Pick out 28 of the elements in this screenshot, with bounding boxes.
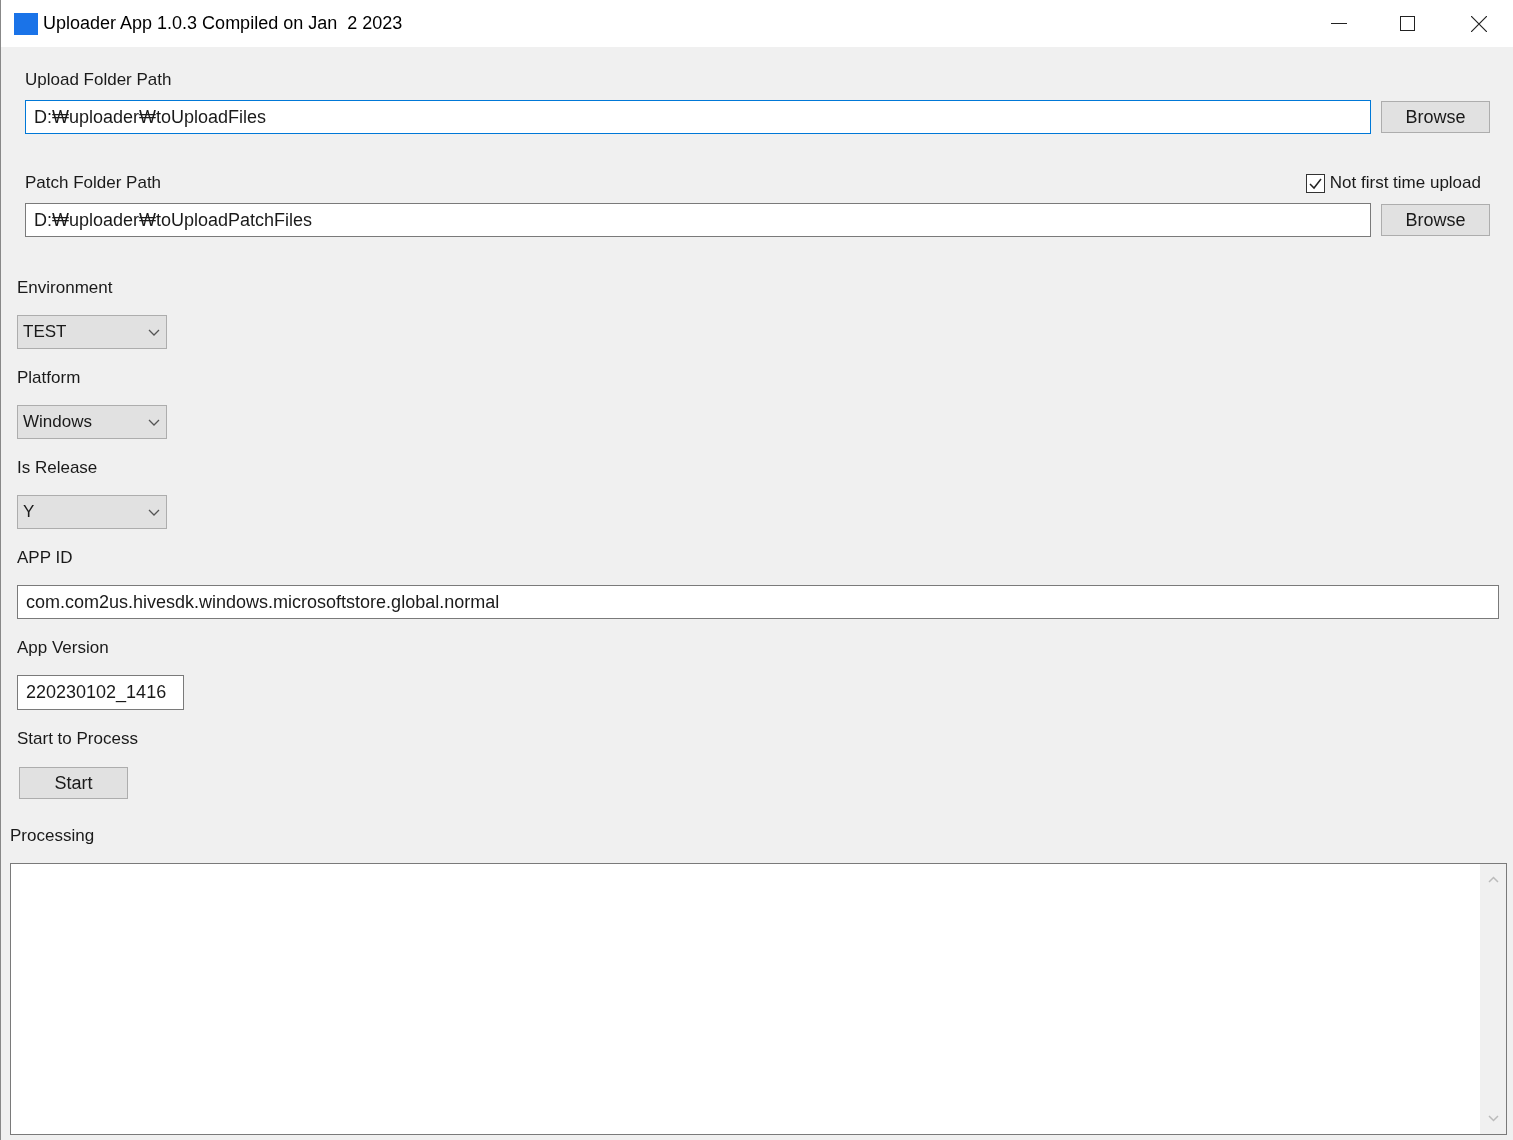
chevron-down-icon [148,418,160,426]
dropdown[interactable]: Windows [17,405,167,439]
field-label: APP ID [17,547,74,569]
app-id-field[interactable]: com.com2us.hivesdk.windows.microsoftstore.global.normal [17,585,1499,619]
app-version-field[interactable]: 220230102_1416 [17,675,184,710]
checkbox[interactable]: Not first time upload [1305,170,1481,196]
browse-button[interactable]: Browse [1381,101,1490,133]
field-label: Start to Process [17,728,139,750]
chevron-down-icon [148,508,160,516]
maximize-icon[interactable] [1400,16,1415,31]
chevron-down-icon [148,328,160,336]
close-icon[interactable] [1471,15,1487,32]
field-label: App Version [17,637,110,659]
minimize-icon[interactable] [1331,22,1347,25]
field-label: Environment [17,277,114,299]
app-logo-icon [14,12,38,35]
dropdown[interactable]: Y [17,495,167,529]
browse-button[interactable]: Browse [1381,204,1490,236]
window-title: Uploader App 1.0.3 Compiled on Jan 2 2023 [43,12,403,35]
field-label: Platform [17,367,82,389]
field-label: Is Release [17,457,99,479]
field-label: Patch Folder Path [25,172,162,195]
field-label: Upload Folder Path [25,69,172,92]
path-field[interactable]: D:₩uploader₩toUploadPatchFiles [25,203,1371,237]
start-button[interactable]: Start [19,767,128,799]
dropdown[interactable]: TEST [17,315,167,349]
field-label: Processing [10,825,96,847]
path-field[interactable]: D:₩uploader₩toUploadFiles [25,100,1371,134]
